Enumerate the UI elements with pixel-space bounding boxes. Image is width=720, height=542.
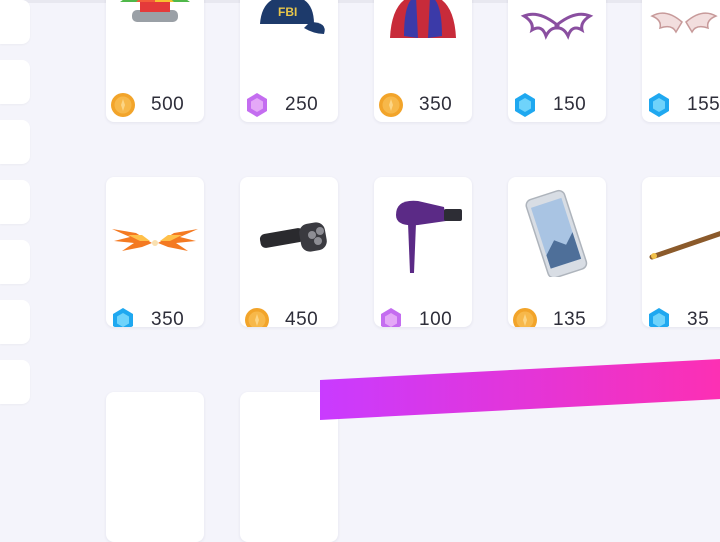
sidebar-tab[interactable]: [0, 180, 30, 224]
coin-icon: [110, 92, 136, 118]
purple-gem-icon: [244, 92, 270, 118]
shop-item-smartphone[interactable]: 135: [508, 177, 606, 327]
blue-gem-icon: [110, 307, 136, 327]
blue-gem-icon: [512, 92, 538, 118]
sidebar-tab[interactable]: [0, 120, 30, 164]
striped-beanie-image: [374, 0, 472, 72]
flashlight-image: [240, 177, 338, 277]
svg-text:FBI: FBI: [278, 5, 297, 19]
shop-item-flashlight[interactable]: 450: [240, 177, 338, 327]
price-label: 500: [151, 94, 185, 115]
shop-item-partial[interactable]: [106, 392, 204, 542]
angel-wings-image: [642, 0, 720, 72]
price-label: 135: [553, 309, 587, 327]
purple-gem-icon: [378, 307, 404, 327]
bottom-accent-bar: [320, 357, 720, 420]
umbrella-hat-image: [106, 0, 204, 72]
price-label: 350: [419, 94, 453, 115]
fbi-cap-image: FBI: [240, 0, 338, 72]
sidebar-tab[interactable]: [0, 300, 30, 344]
shop-item-umbrella-hat[interactable]: 500: [106, 0, 204, 122]
shop-item-striped-beanie[interactable]: 350: [374, 0, 472, 122]
shop-item-bat-wings[interactable]: 150: [508, 0, 606, 122]
coin-icon: [512, 307, 538, 327]
shop-item-wooden-wand[interactable]: 35: [642, 177, 720, 327]
sidebar-tab[interactable]: [0, 0, 30, 44]
price-label: 35: [687, 309, 710, 327]
shop-item-fire-wings[interactable]: 350: [106, 177, 204, 327]
blue-gem-icon: [646, 92, 672, 118]
price-label: 100: [419, 309, 453, 327]
fire-wings-image: [106, 177, 204, 277]
price-label: 450: [285, 309, 319, 327]
blue-gem-icon: [646, 307, 672, 327]
smartphone-image: [508, 177, 606, 277]
category-sidebar: [0, 0, 30, 404]
bat-wings-image: [508, 0, 606, 72]
shop-item-fbi-cap[interactable]: FBI 250: [240, 0, 338, 122]
sidebar-tab[interactable]: [0, 60, 30, 104]
hair-dryer-image: [374, 177, 472, 277]
shop-item-hair-dryer[interactable]: 100: [374, 177, 472, 327]
price-label: 250: [285, 94, 319, 115]
sidebar-tab[interactable]: [0, 360, 30, 404]
sidebar-tab[interactable]: [0, 240, 30, 284]
price-label: 350: [151, 309, 185, 327]
wooden-wand-image: [642, 177, 720, 277]
coin-icon: [378, 92, 404, 118]
coin-icon: [244, 307, 270, 327]
price-label: 150: [553, 94, 587, 115]
shop-item-angel-wings[interactable]: 155: [642, 0, 720, 122]
price-label: 155: [687, 94, 720, 115]
